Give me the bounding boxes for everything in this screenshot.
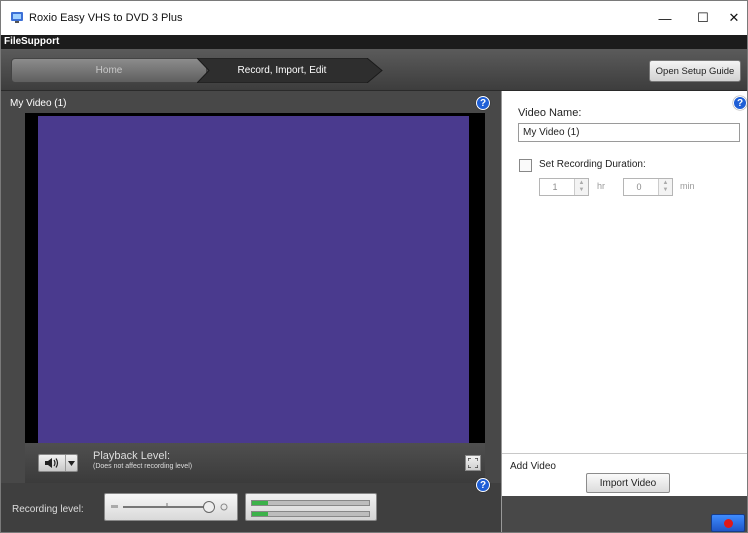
fullscreen-icon — [468, 458, 478, 468]
minutes-unit: min — [680, 181, 695, 191]
window-title: Roxio Easy VHS to DVD 3 Plus — [29, 12, 183, 24]
recording-level-bar: Recording level: ? — [1, 478, 501, 532]
minimize-button[interactable]: — — [648, 1, 682, 35]
settings-panel: ? Video Name: Set Recording Duration: 1 … — [501, 91, 747, 532]
video-preview-frame — [25, 113, 485, 443]
audio-meter — [245, 493, 377, 521]
meter-left — [251, 500, 370, 506]
chevron-down-icon[interactable] — [65, 455, 77, 471]
hours-stepper[interactable]: 1 ▲ ▼ — [539, 178, 589, 196]
title-bar: Roxio Easy VHS to DVD 3 Plus — ☐ ✕ — [1, 1, 747, 35]
tab-record-import-edit[interactable]: Record, Import, Edit — [197, 58, 383, 83]
record-bar — [502, 496, 747, 532]
recording-level-slider[interactable] — [104, 493, 238, 521]
video-name-input[interactable] — [518, 123, 740, 142]
video-panel: My Video (1) ? Playback Level: (Does not… — [1, 91, 501, 532]
hours-stepper-arrows[interactable]: ▲ ▼ — [574, 179, 588, 195]
maximize-button[interactable]: ☐ — [686, 1, 720, 35]
speaker-icon — [39, 455, 65, 471]
record-icon — [723, 518, 733, 528]
slider-thumb[interactable] — [203, 501, 215, 513]
import-video-button[interactable]: Import Video — [586, 473, 670, 493]
close-button[interactable]: ✕ — [717, 1, 747, 35]
playback-bar: Playback Level: (Does not affect recordi… — [25, 443, 485, 483]
min-level-icon — [111, 505, 118, 508]
roxio-app-icon — [11, 12, 23, 23]
app-window: Roxio Easy VHS to DVD 3 Plus — ☐ ✕ File … — [0, 0, 748, 533]
minutes-value: 0 — [636, 182, 642, 192]
meter-right — [251, 511, 370, 517]
meter-right-fill — [252, 512, 269, 516]
recording-level-label: Recording level: — [12, 504, 84, 515]
menu-support[interactable]: Support — [21, 36, 59, 47]
hours-value: 1 — [552, 182, 558, 192]
playback-level-note: (Does not affect recording level) — [93, 463, 193, 470]
tab-home[interactable]: Home — [11, 58, 207, 83]
menu-bar: File Support — [1, 35, 747, 49]
record-button[interactable] — [711, 514, 745, 532]
max-level-icon — [220, 503, 228, 511]
minutes-stepper[interactable]: 0 ▲ ▼ — [623, 178, 673, 196]
help-icon[interactable]: ? — [476, 478, 490, 492]
playback-level-label: Playback Level: — [93, 450, 171, 462]
menu-file[interactable]: File — [4, 36, 21, 47]
tab-record-label: Record, Import, Edit — [237, 65, 327, 76]
volume-button[interactable] — [38, 454, 78, 472]
set-duration-checkbox[interactable] — [519, 159, 532, 172]
open-setup-guide-button[interactable]: Open Setup Guide — [649, 60, 741, 82]
video-preview — [38, 116, 469, 443]
add-video-label: Add Video — [510, 461, 556, 472]
help-icon[interactable]: ? — [476, 96, 490, 110]
set-duration-label: Set Recording Duration: — [539, 159, 646, 170]
help-icon[interactable]: ? — [733, 96, 747, 110]
meter-left-fill — [252, 501, 269, 505]
fullscreen-button[interactable] — [465, 455, 481, 471]
hours-unit: hr — [597, 181, 606, 191]
nav-band: Home Record, Import, Edit Open Setup Gui… — [1, 49, 747, 91]
minutes-stepper-arrows[interactable]: ▲ ▼ — [658, 179, 672, 195]
video-title: My Video (1) — [10, 98, 67, 109]
add-video-section: Add Video Import Video — [502, 453, 747, 496]
video-name-label: Video Name: — [518, 107, 582, 119]
